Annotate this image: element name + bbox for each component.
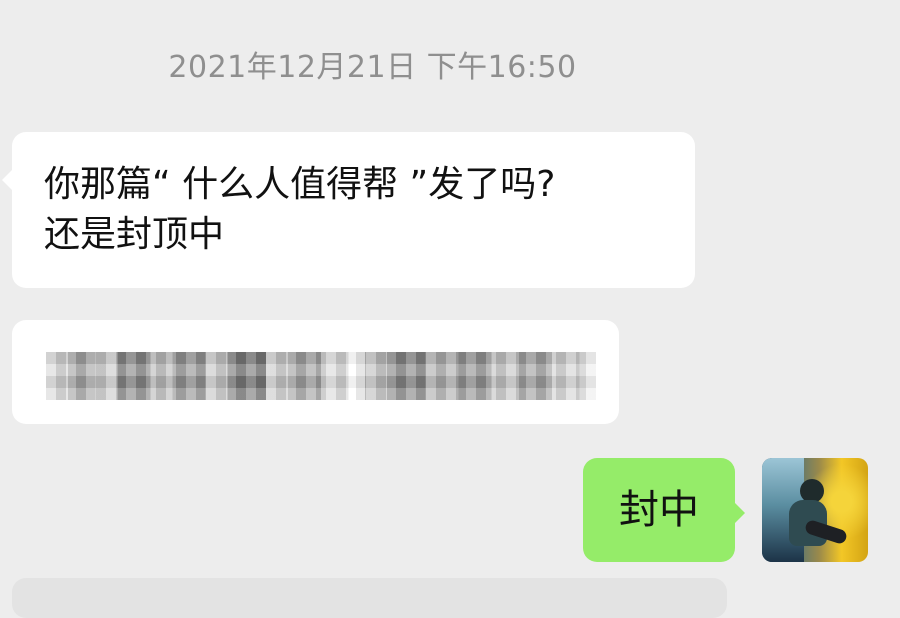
chat-timestamp: 2021年12月21日 下午16:50	[168, 50, 577, 85]
blurred-message-content	[46, 352, 596, 400]
partial-message-bubble	[12, 578, 727, 618]
message-text-line-1: 你那篇“ 什么人值得帮 ”发了吗?	[44, 164, 556, 205]
outgoing-message-text: 封中	[619, 487, 699, 533]
incoming-message-bubble[interactable]: 你那篇“ 什么人值得帮 ”发了吗? 还是封顶中	[2, 132, 695, 288]
outgoing-message-bubble[interactable]: 封中	[583, 458, 745, 562]
blurred-message-bubble[interactable]	[12, 320, 619, 424]
message-text-line-2: 还是封顶中	[44, 214, 225, 255]
user-avatar-image[interactable]	[762, 458, 868, 562]
